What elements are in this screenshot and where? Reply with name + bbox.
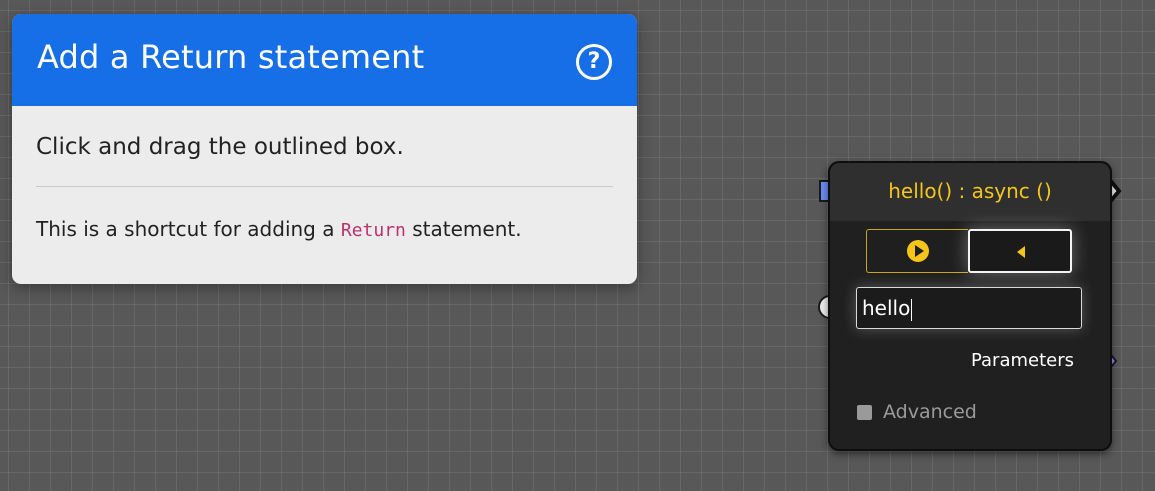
- tutorial-popup: Add a Return statement ? Click and drag …: [12, 14, 637, 284]
- play-circle-icon: [907, 240, 929, 262]
- advanced-label: Advanced: [883, 401, 977, 423]
- tutorial-note-suffix: statement.: [412, 217, 522, 241]
- return-keyword: Return: [340, 220, 406, 241]
- node-header[interactable]: hello() : async (): [830, 163, 1110, 221]
- divider: [36, 186, 613, 187]
- question-circle-icon[interactable]: ?: [576, 44, 612, 80]
- parameters-label: Parameters: [970, 350, 1074, 371]
- function-node[interactable]: hello() : async () hello Parameters Adva…: [828, 161, 1112, 451]
- outlined-drag-box[interactable]: [968, 229, 1072, 273]
- tutorial-header: Add a Return statement ?: [12, 14, 637, 106]
- tutorial-instruction: Click and drag the outlined box.: [36, 134, 404, 160]
- advanced-toggle[interactable]: Advanced: [857, 401, 977, 423]
- triangle-left-icon: [1017, 246, 1025, 258]
- function-name-value: hello: [862, 296, 911, 320]
- tutorial-note: This is a shortcut for adding a Return s…: [36, 217, 613, 241]
- run-toggle-button[interactable]: [866, 229, 968, 273]
- node-title: hello() : async (): [888, 179, 1052, 203]
- async-toggle-group: [866, 229, 1072, 273]
- advanced-checkbox[interactable]: [857, 404, 872, 420]
- tutorial-body: Click and drag the outlined box. This is…: [12, 134, 637, 241]
- function-name-input[interactable]: hello: [856, 287, 1082, 329]
- text-caret: [911, 298, 913, 321]
- tutorial-title: Add a Return statement: [37, 38, 425, 76]
- tutorial-note-prefix: This is a shortcut for adding a: [36, 217, 335, 241]
